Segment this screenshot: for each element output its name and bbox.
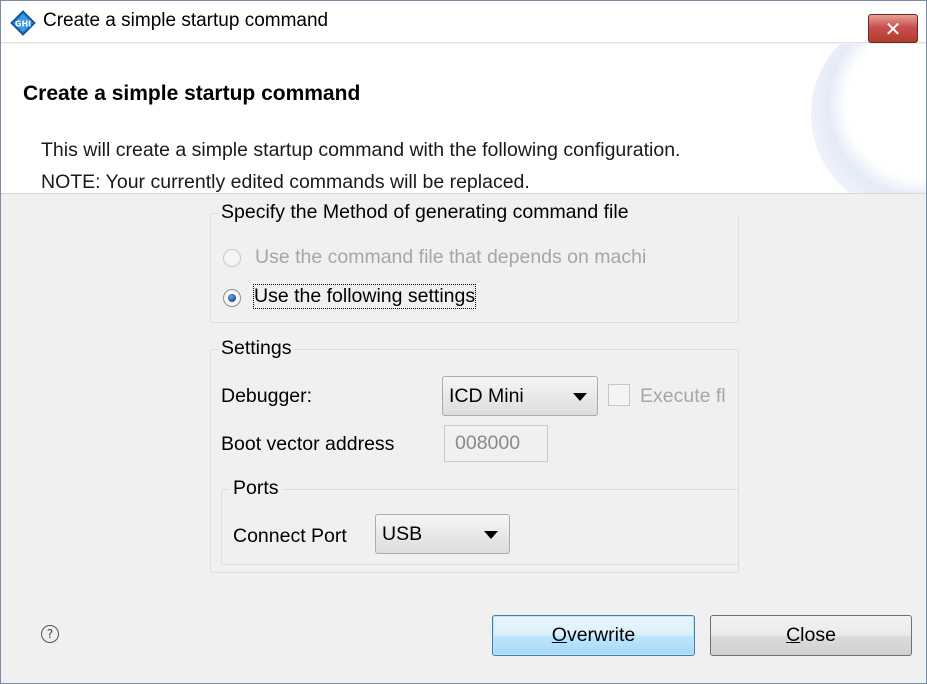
banner-description-line-2: NOTE: Your currently edited commands wil…: [41, 171, 530, 193]
help-icon[interactable]: ?: [41, 625, 59, 643]
close-button-label: Close: [786, 624, 836, 646]
overwrite-button[interactable]: Overwrite: [492, 615, 695, 656]
dialog-window: GHI Create a simple startup command ✕ Cr…: [0, 0, 927, 684]
debugger-select-value: ICD Mini: [449, 385, 524, 407]
close-icon: ✕: [884, 16, 902, 41]
banner-description: This will create a simple startup comman…: [41, 134, 681, 193]
overwrite-button-label: Overwrite: [551, 624, 636, 646]
radio-use-following-settings[interactable]: [223, 289, 241, 307]
window-close-button[interactable]: ✕: [868, 14, 918, 43]
chevron-down-icon: [573, 393, 587, 401]
radio-use-machine-command-file-label: Use the command file that depends on mac…: [255, 246, 647, 268]
banner-description-line-1: This will create a simple startup comman…: [41, 139, 681, 161]
banner-title: Create a simple startup command: [23, 82, 361, 105]
debugger-select[interactable]: ICD Mini: [442, 376, 598, 416]
settings-group-label: Settings: [218, 337, 295, 360]
method-group-label: Specify the Method of generating command…: [218, 201, 738, 224]
dialog-banner: Create a simple startup command This wil…: [1, 44, 926, 194]
boot-vector-address-input[interactable]: 008000: [444, 425, 548, 462]
app-logo-icon: GHI: [10, 10, 36, 36]
close-button[interactable]: Close: [710, 615, 912, 656]
help-symbol: ?: [46, 627, 54, 641]
boot-vector-address-label: Boot vector address: [221, 433, 395, 455]
radio-use-following-settings-label[interactable]: Use the following settings: [252, 284, 477, 309]
connect-port-select[interactable]: USB: [375, 514, 510, 554]
execute-checkbox-label: Execute fl: [640, 385, 726, 407]
debugger-label: Debugger:: [221, 385, 313, 407]
chevron-down-icon: [484, 531, 498, 539]
radio-use-machine-command-file[interactable]: [223, 249, 241, 267]
connect-port-select-value: USB: [382, 523, 423, 545]
svg-text:GHI: GHI: [15, 20, 31, 29]
window-title: Create a simple startup command: [43, 10, 329, 31]
execute-checkbox[interactable]: [608, 384, 630, 406]
connect-port-label: Connect Port: [233, 525, 347, 547]
title-bar: GHI Create a simple startup command ✕: [1, 1, 926, 43]
ports-group-label: Ports: [230, 477, 282, 500]
banner-decoration: [811, 44, 926, 193]
radio-selected-dot: [228, 294, 236, 302]
